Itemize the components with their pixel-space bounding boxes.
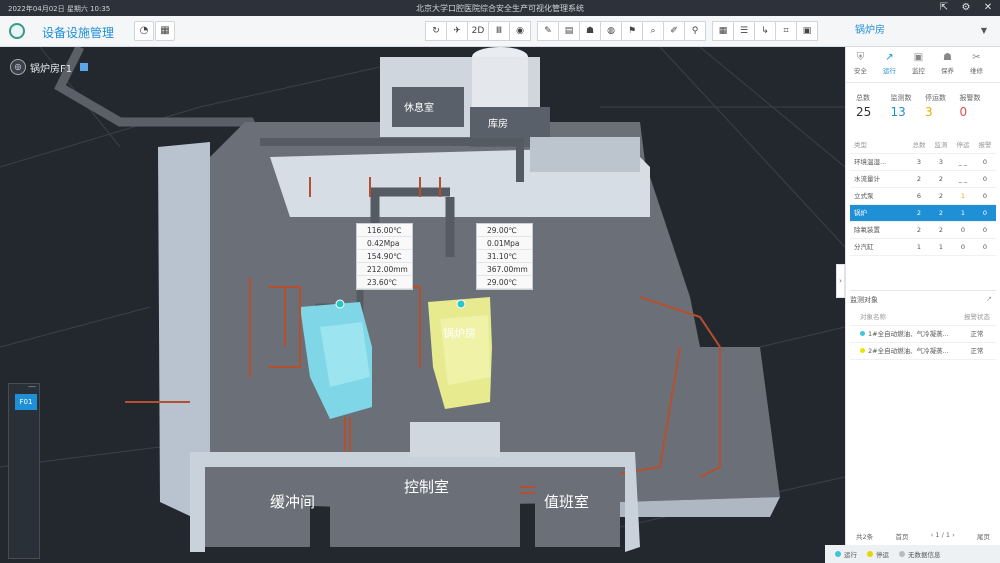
floor-button-f01[interactable]: F01: [15, 394, 37, 410]
settings-icon[interactable]: ⚙: [960, 1, 972, 14]
boiler-2-data-tag[interactable]: 29.00℃ 0.01Mpa 31.10℃ 367.00mm 29.00℃: [476, 223, 533, 290]
floor-panel: — F01: [8, 382, 40, 559]
minimize-icon[interactable]: —: [28, 382, 36, 391]
right-panel: ⛨ 安全 ↗ 运行 ▣ 监控 ☗ 保养 ✂ 维修 总数 25 监测数 13 停运数 3 报警数 0…: [845, 47, 1000, 563]
table-row-selected[interactable]: 锅炉 2 2 1 0: [850, 205, 996, 222]
tag-value: 212.00mm: [357, 263, 412, 276]
room-select[interactable]: 锅炉房 ▼: [845, 21, 995, 41]
edit-icon[interactable]: ✐: [663, 21, 685, 41]
table-row[interactable]: 除氧装置 2 2 0 0: [850, 222, 996, 239]
view-2d-button[interactable]: 2D: [467, 21, 489, 41]
tab-operation[interactable]: ↗ 运行: [875, 47, 904, 82]
globe-icon[interactable]: ◍: [600, 21, 622, 41]
stat-stopped: 停运数 3: [925, 94, 946, 119]
wrench-icon: ✂: [972, 52, 981, 63]
columns-icon[interactable]: Ⅲ: [488, 21, 510, 41]
camera-icon: ▣: [913, 52, 924, 63]
table-header: 类型 总数 监测 停运 报警: [850, 137, 996, 154]
room-label-control: 控制室: [404, 478, 450, 496]
close-icon[interactable]: ✕: [982, 1, 994, 14]
toolbar: 设备设施管理 ◔ ▦ ↻ ✈ 2D Ⅲ ◉ ✎ ▤ ☗ ◍ ⚑ ⌕ ✐ ⚲ ▦ …: [0, 16, 1000, 47]
first-page-button[interactable]: 首页: [895, 531, 908, 541]
legend-stopped: 停运: [867, 549, 889, 559]
room-label-rest: 休息室: [404, 103, 434, 114]
window-title: 北京大学口腔医院综合安全生产可视化管理系统: [416, 4, 584, 13]
floor-list-icon[interactable]: [80, 63, 89, 71]
logo: [9, 23, 25, 39]
refresh-icon[interactable]: ↻: [425, 21, 447, 41]
plane-icon[interactable]: ✈: [446, 21, 468, 41]
flag-icon[interactable]: ⚑: [621, 21, 643, 41]
room-label-duty: 值班室: [544, 493, 590, 511]
app-title: 设备设施管理: [42, 26, 115, 40]
tab-repair[interactable]: ✂ 维修: [962, 47, 991, 82]
stat-total: 总数 25: [856, 94, 872, 119]
monitor-icon[interactable]: ▣: [796, 21, 818, 41]
calendar-icon[interactable]: ▦: [712, 21, 734, 41]
pipe-icon[interactable]: ↳: [754, 21, 776, 41]
tag-value: 29.00℃: [477, 276, 532, 289]
tag-value: 29.00℃: [477, 224, 532, 237]
table-header: 对象名称 报警状态: [850, 309, 996, 326]
tag-value: 23.60℃: [357, 276, 412, 289]
tab-monitor[interactable]: ▣ 监控: [904, 47, 933, 82]
legend-running: 运行: [835, 549, 857, 559]
stats-row: 总数 25 监测数 13 停运数 3 报警数 0: [846, 83, 1000, 119]
search-icon[interactable]: ⌕: [642, 21, 664, 41]
legend-no-data: 无数据信息: [899, 549, 941, 559]
table-row[interactable]: 环境温湿... 3 3 _ _ 0: [850, 154, 996, 171]
users-icon[interactable]: ☗: [579, 21, 601, 41]
room-label-buffer: 缓冲间: [270, 493, 316, 511]
chevron-down-icon: ▼: [980, 26, 987, 35]
status-dot: [860, 331, 865, 336]
expand-icon[interactable]: ↗: [986, 295, 992, 303]
export-icon[interactable]: ⇱: [938, 1, 950, 14]
room-select-value: 锅炉房: [855, 25, 885, 36]
floor-label: 锅炉房F1: [30, 63, 73, 75]
eye-icon[interactable]: ◉: [509, 21, 531, 41]
status-dot: [860, 348, 865, 353]
pen-icon[interactable]: ✎: [537, 21, 559, 41]
tag-value: 367.00mm: [477, 263, 532, 276]
layers-icon[interactable]: ▤: [558, 21, 580, 41]
last-page-button[interactable]: 尾页: [977, 531, 990, 541]
frame-icon[interactable]: ⌗: [775, 21, 797, 41]
tag-value: 154.90℃: [357, 250, 412, 263]
room-label-boiler: 锅炉房: [443, 327, 476, 340]
tag-value: 0.01Mpa: [477, 237, 532, 250]
stat-alarm: 报警数 0: [959, 94, 981, 119]
room-label-storage: 库房: [488, 119, 508, 130]
tag-value: 116.00℃: [357, 224, 412, 237]
grid-button[interactable]: ▦: [155, 21, 175, 41]
floor-tag: ◎ 锅炉房F1: [10, 59, 89, 75]
stat-monitored: 监测数 13: [890, 94, 912, 119]
title-bar: 2022年04月02日 星期六 10:35 北京大学口腔医院综合安全生产可视化管…: [0, 0, 1000, 16]
table-row[interactable]: 水流量计 2 2 _ _ 0: [850, 171, 996, 188]
pie-chart-button[interactable]: ◔: [134, 21, 154, 41]
trend-icon: ↗: [885, 52, 894, 63]
3d-viewport[interactable]: ◎ 锅炉房F1 — F01 休息室 库房 锅炉房 缓冲间 控制室 值班室 116…: [0, 47, 845, 563]
chart-icon[interactable]: ⚲: [684, 21, 706, 41]
object-table: 对象名称 报警状态 1#全自动燃油、气冷凝蒸... 正常 2#全自动燃油、气冷凝蒸.…: [850, 309, 996, 360]
tag-value: 0.42Mpa: [357, 237, 412, 250]
collapse-panel-button[interactable]: ›: [836, 264, 845, 298]
boiler-1-data-tag[interactable]: 116.00℃ 0.42Mpa 154.90℃ 212.00mm 23.60℃: [356, 223, 413, 290]
tab-maintenance[interactable]: ☗ 保养: [933, 47, 962, 82]
type-table: 类型 总数 监测 停运 报警 环境温湿... 3 3 _ _ 0 水流量计 2 2 _ _ 0 立式泵 6…: [850, 137, 996, 256]
monitor-section-title: 监测对象 ↗: [850, 290, 996, 305]
table-row[interactable]: 立式泵 6 2 1 0: [850, 188, 996, 205]
table-row[interactable]: 分汽缸 1 1 0 0: [850, 239, 996, 256]
list-item[interactable]: 2#全自动燃油、气冷凝蒸... 正常: [850, 343, 996, 360]
tab-safety[interactable]: ⛨ 安全: [846, 47, 875, 82]
shield-icon: ⛨: [856, 52, 865, 63]
list-item[interactable]: 1#全自动燃油、气冷凝蒸... 正常: [850, 326, 996, 343]
next-icon[interactable]: ›: [950, 531, 955, 539]
pagination: 共2条 首页 ‹ 1 / 1 › 尾页: [856, 531, 990, 541]
camera-icon[interactable]: ◎: [10, 59, 26, 75]
status-legend: 运行 停运 无数据信息: [825, 545, 1000, 563]
tag-value: 31.10℃: [477, 250, 532, 263]
list-icon[interactable]: ☰: [733, 21, 755, 41]
person-icon: ☗: [943, 52, 952, 63]
